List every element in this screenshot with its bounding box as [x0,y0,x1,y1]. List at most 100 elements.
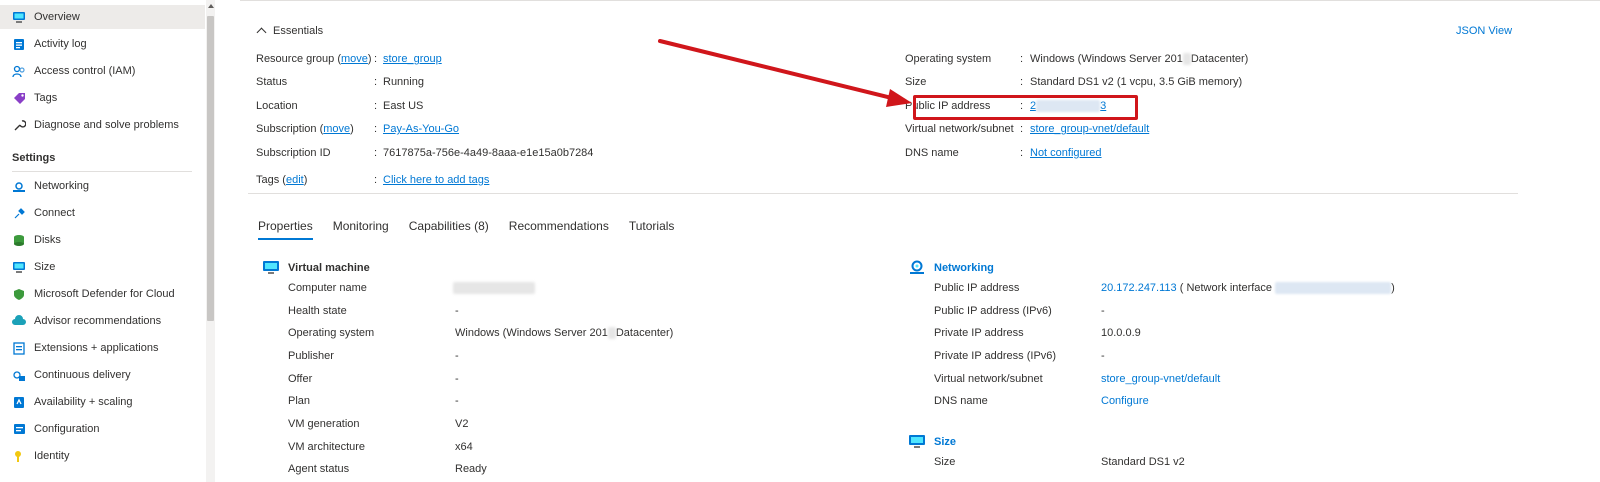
sidebar-item-label: Availability + scaling [34,396,133,408]
tab-recommendations[interactable]: Recommendations [509,219,609,240]
redacted-mask [607,327,616,340]
tab-underline-spacer [258,243,318,244]
monitor-icon [12,10,26,24]
sidebar-item-label: Continuous delivery [34,369,131,381]
sidebar-item-connect[interactable]: Connect [0,201,205,225]
vm-prop-value: x64 [455,441,473,453]
sidebar-item-availability[interactable]: Availability + scaling [0,390,205,414]
log-icon [12,37,26,51]
tab-properties[interactable]: Properties [258,219,313,240]
vm-prop-label: VM architecture [288,441,366,453]
dns-value[interactable]: Not configured [1030,147,1102,159]
chevron-up-icon [256,27,267,38]
vm-prop-label: Health state [288,305,347,317]
sidebar-item-access-control[interactable]: Access control (IAM) [0,59,205,83]
disk-icon [12,233,26,247]
sidebar-item-diagnose[interactable]: Diagnose and solve problems [0,113,205,137]
sidebar-item-label: Networking [34,180,90,192]
sidebar-item-overview[interactable]: Overview [0,5,205,29]
sidebar-item-defender[interactable]: Microsoft Defender for Cloud [0,282,205,306]
sidebar-item-disks[interactable]: Disks [0,228,205,252]
scroll-thumb[interactable] [207,16,214,321]
resource-group-value[interactable]: store_group [383,53,442,65]
subscription-id-label: Subscription ID [256,147,331,159]
subscription-value[interactable]: Pay-As-You-Go [383,123,459,135]
shield-icon [12,287,26,301]
monitor-icon [262,260,280,275]
essentials-toggle[interactable]: Essentials [254,25,324,38]
separator: : [374,174,378,186]
tab-tutorials[interactable]: Tutorials [629,219,675,240]
sidebar-item-continuous-delivery[interactable]: Continuous delivery [0,363,205,387]
size-section-title[interactable]: Size [908,434,956,449]
sidebar-item-extensions[interactable]: Extensions + applications [0,336,205,360]
sidebar-item-size[interactable]: Size [0,255,205,279]
location-value: East US [383,100,424,112]
net-prop-value: - [1101,305,1105,317]
sidebar-item-label: Identity [34,450,70,462]
vm-prop-value: - [455,373,459,385]
network-icon [908,260,926,275]
sidebar-item-label: Overview [34,11,80,23]
sidebar-item-label: Diagnose and solve problems [34,119,179,131]
separator: : [374,100,378,112]
sidebar-item-tags[interactable]: Tags [0,86,205,110]
annotation-arrow [658,39,912,107]
network-icon [12,179,26,193]
essentials-label: Essentials [273,25,324,37]
sidebar-item-advisor[interactable]: Advisor recommendations [0,309,205,333]
edit-tags-link[interactable]: edit [286,174,304,186]
status-label: Status [256,76,288,88]
separator: : [1020,147,1024,159]
net-prop-label: Virtual network/subnet [934,373,1043,385]
sidebar-item-label: Disks [34,234,61,246]
vm-prop-label: VM generation [288,418,360,430]
vm-prop-label: Agent status [288,463,350,475]
move-subscription-link[interactable]: move [323,123,350,135]
sidebar-item-label: Activity log [34,38,87,50]
tab-monitoring[interactable]: Monitoring [333,219,389,240]
networking-section-title[interactable]: Networking [908,260,994,275]
os-value: Windows (Windows Server 201 Datacenter) [1030,53,1249,66]
size-prop-value: Standard DS1 v2 [1101,456,1185,468]
config-icon [12,422,26,436]
vnet-label: Virtual network/subnet [905,123,1014,135]
sidebar-item-label: Extensions + applications [34,342,159,354]
key-icon [12,449,26,463]
sidebar-item-identity[interactable]: Identity [0,444,205,468]
sidebar-item-networking[interactable]: Networking [0,174,205,198]
vm-prop-label: Publisher [288,350,334,362]
wrench-icon [12,118,26,132]
sidebar-item-activity-log[interactable]: Activity log [0,32,205,56]
sidebar-item-label: Microsoft Defender for Cloud [34,288,175,300]
sidebar-item-label: Advisor recommendations [34,315,162,327]
tab-capabilities[interactable]: Capabilities (8) [409,219,489,240]
status-value: Running [383,76,424,88]
vm-prop-value: V2 [455,418,469,430]
add-tags-link[interactable]: Click here to add tags [383,174,489,186]
sidebar-item-label: Size [34,261,56,273]
move-resource-group-link[interactable]: move [341,53,368,65]
vm-section-title: Virtual machine [262,260,370,275]
separator: : [374,76,378,88]
net-prop-label: Public IP address (IPv6) [934,305,1052,317]
public-ip-link[interactable]: 20.172.247.113 [1101,282,1177,294]
separator: : [374,53,378,65]
scroll-up-arrow-icon[interactable] [208,4,214,8]
detail-tabs: Properties Monitoring Capabilities (8) R… [258,219,694,240]
net-prop-value: 10.0.0.9 [1101,327,1141,339]
vm-prop-value: Ready [455,463,487,475]
resource-group-label: Resource group (move) [256,53,372,65]
json-view-link[interactable]: JSON View [1456,25,1512,37]
sidebar-scrollbar[interactable] [206,0,215,482]
tag-icon [12,91,26,105]
scaling-icon [12,395,26,409]
vnet-value[interactable]: store_group-vnet/default [1030,123,1149,135]
sidebar-item-configuration[interactable]: Configuration [0,417,205,441]
net-prop-label: DNS name [934,395,988,407]
configure-dns-link[interactable]: Configure [1101,395,1149,407]
net-vnet-link[interactable]: store_group-vnet/default [1101,373,1220,385]
extension-icon [12,341,26,355]
vm-prop-label: Computer name [288,282,367,294]
separator: : [1020,53,1024,65]
